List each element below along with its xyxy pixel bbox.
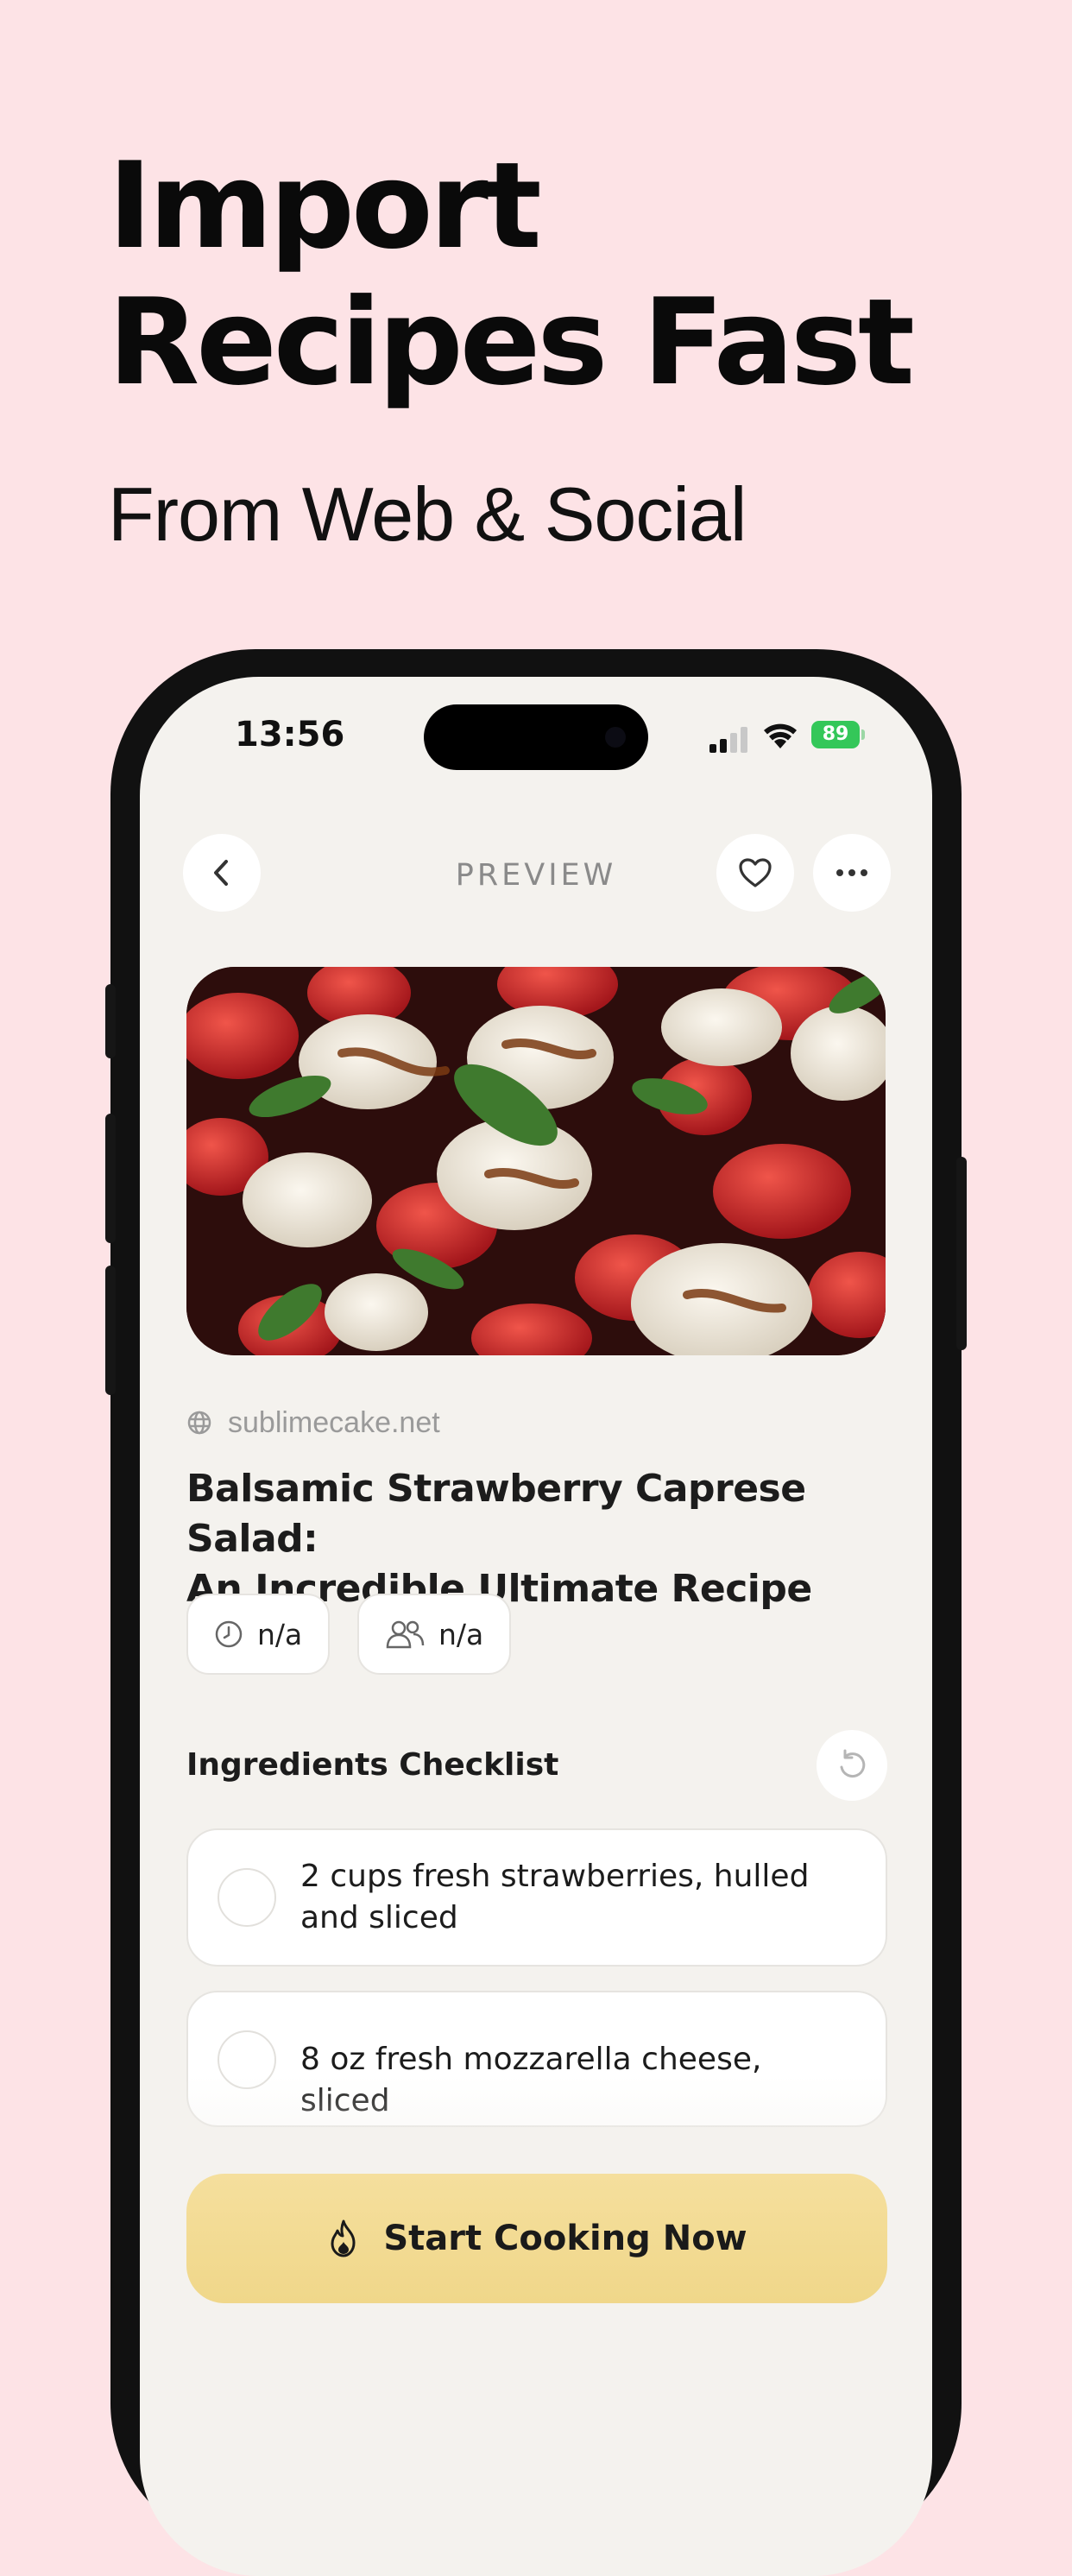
subheadline: From Web & Social — [108, 471, 747, 557]
ingredient-item[interactable]: 2 cups fresh strawberries, hulled and sl… — [186, 1828, 887, 1967]
people-icon — [386, 1620, 425, 1649]
cook-time-value: n/a — [257, 1617, 303, 1651]
battery-tip — [861, 729, 865, 740]
cellular-signal-icon — [709, 725, 751, 753]
favorite-button[interactable] — [716, 834, 794, 912]
recipe-photo — [186, 967, 886, 1355]
ingredient-text: 2 cups fresh strawberries, hulled and sl… — [300, 1856, 860, 1939]
recipe-title-line-1: Balsamic Strawberry Caprese Salad: — [186, 1467, 806, 1561]
headline: Import Recipes Fast — [108, 138, 971, 411]
phone-volume-up — [105, 1114, 116, 1243]
ingredient-text-line-1: 2 cups fresh strawberries, hulled — [300, 1859, 810, 1894]
phone-power-button — [956, 1157, 967, 1350]
phone-screen: 13:56 89 PREVIEW sublimecake.net Balsami… — [140, 677, 932, 2576]
ingredient-checkbox[interactable] — [218, 1868, 276, 1927]
battery-level: 89 — [822, 723, 849, 745]
headline-line-1: Import — [108, 136, 542, 275]
phone-silent-switch — [105, 984, 116, 1058]
heart-icon — [739, 858, 772, 887]
start-cooking-button[interactable]: Start Cooking Now — [186, 2174, 887, 2303]
camera-dot — [605, 727, 626, 748]
reset-checklist-button[interactable] — [817, 1730, 887, 1801]
servings-chip: n/a — [357, 1594, 512, 1675]
ingredient-text-line-2: and sliced — [300, 1900, 458, 1935]
wifi-icon — [764, 723, 797, 748]
status-bar: 13:56 89 — [140, 677, 932, 798]
recipe-title: Balsamic Strawberry Caprese Salad: An In… — [186, 1464, 903, 1614]
ingredients-heading: Ingredients Checklist — [186, 1747, 559, 1783]
globe-icon — [187, 1411, 211, 1435]
start-cooking-label: Start Cooking Now — [383, 2219, 747, 2258]
status-time: 13:56 — [235, 715, 345, 754]
reset-icon — [840, 1749, 866, 1778]
cook-time-chip: n/a — [186, 1594, 331, 1675]
more-options-button[interactable] — [813, 834, 891, 912]
source-domain: sublimecake.net — [228, 1405, 440, 1439]
servings-value: n/a — [438, 1617, 484, 1651]
flame-icon — [331, 2219, 356, 2257]
dynamic-island — [424, 704, 648, 770]
battery-indicator: 89 — [811, 721, 860, 748]
phone-volume-down — [105, 1266, 116, 1395]
clock-icon — [215, 1620, 243, 1648]
ellipsis-icon — [836, 869, 867, 876]
headline-line-2: Recipes Fast — [108, 273, 915, 412]
recipe-source[interactable]: sublimecake.net — [186, 1404, 440, 1442]
